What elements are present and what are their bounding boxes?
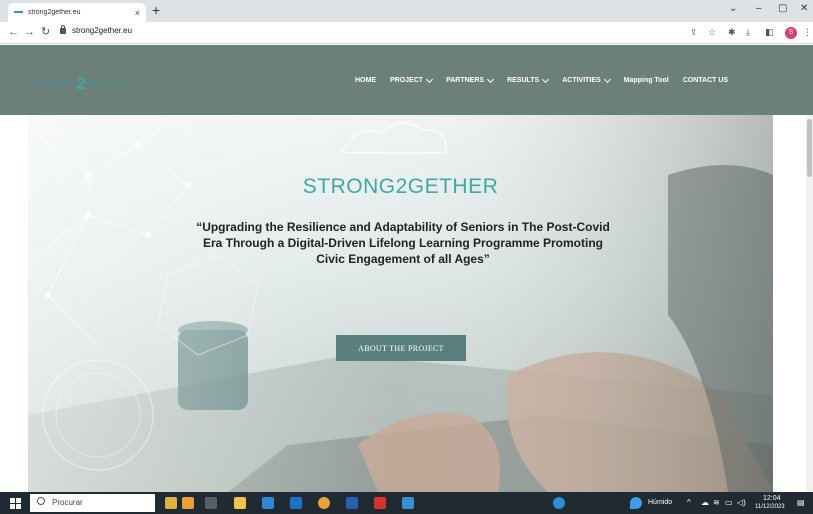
nav-item-contact-us[interactable]: CONTACT US: [683, 77, 728, 84]
nav-item-home[interactable]: HOME: [355, 77, 376, 84]
store-icon[interactable]: [262, 497, 274, 509]
maximize-button[interactable]: ▢: [778, 3, 787, 14]
share-icon[interactable]: ⇪: [690, 26, 698, 38]
forward-icon[interactable]: →: [24, 25, 35, 39]
battery-icon[interactable]: ▭: [725, 498, 733, 507]
hero-banner: STRONG2GETHER “Upgrading the Resilience …: [28, 115, 773, 492]
nav-item-label: ACTIVITIES: [562, 77, 601, 84]
logo-text-left: STRONG: [35, 78, 77, 88]
outlook-icon[interactable]: [290, 497, 302, 509]
weather-text[interactable]: Húmido: [648, 499, 672, 506]
pinned-app-icon[interactable]: [182, 497, 194, 509]
site-favicon-icon: [14, 10, 23, 15]
tab-close-icon[interactable]: ×: [135, 8, 140, 18]
windows-taskbar: Procurar Húmido ^ ☁ ≋ ▭ ◁) 12:04 11/12/2…: [0, 492, 813, 514]
chevron-down-icon: [603, 75, 611, 83]
tab-title: strong2gether.eu: [28, 9, 81, 16]
lock-icon[interactable]: [60, 25, 66, 34]
download-icon[interactable]: ⤓: [746, 26, 750, 38]
logo-two: 2: [76, 74, 87, 93]
menu-kebab-icon[interactable]: ⋮: [803, 26, 812, 38]
new-tab-button[interactable]: +: [152, 2, 160, 18]
tab-search-icon[interactable]: ⌄: [729, 3, 737, 14]
nav-item-results[interactable]: RESULTS: [507, 75, 550, 84]
nav-item-activities[interactable]: ACTIVITIES: [562, 75, 611, 84]
nav-item-label: RESULTS: [507, 77, 540, 84]
nav-item-label: Mapping Tool: [623, 77, 669, 84]
word-icon[interactable]: [346, 497, 358, 509]
weather-icon[interactable]: [630, 497, 642, 509]
site-logo[interactable]: STRONG2GETHER: [35, 74, 127, 94]
search-icon: [37, 497, 45, 505]
hero-subtitle: “Upgrading the Resilience and Adaptabili…: [196, 220, 610, 266]
acrobat-icon[interactable]: [374, 497, 386, 509]
notifications-icon[interactable]: ▤: [797, 498, 805, 507]
address-bar[interactable]: strong2gether.eu: [60, 25, 790, 41]
nav-item-partners[interactable]: PARTNERS: [446, 75, 495, 84]
cloud-icon[interactable]: ☁: [701, 498, 709, 507]
file-explorer-icon[interactable]: [234, 497, 246, 509]
page-scrollbar-thumb[interactable]: [807, 119, 812, 177]
task-view-icon[interactable]: [205, 497, 217, 509]
nav-item-mapping-tool[interactable]: Mapping Tool: [624, 77, 669, 84]
nav-item-label: CONTACT US: [682, 77, 729, 84]
about-the-project-button[interactable]: ABOUT THE PROJECT: [336, 335, 466, 361]
close-window-button[interactable]: ✕: [800, 3, 808, 14]
browser-toolbar: ← → ↻ strong2gether.eu ⇪ ☆ ✱ ⤓ ◧ S ⋮: [0, 22, 813, 44]
minimize-button[interactable]: –: [756, 3, 762, 14]
pinned-app-icon[interactable]: [165, 497, 177, 509]
tray-overflow-icon[interactable]: ^: [687, 498, 691, 507]
hero-background-illustration: [28, 115, 773, 492]
side-panel-icon[interactable]: ◧: [765, 26, 774, 38]
profile-avatar[interactable]: S: [785, 27, 797, 39]
nav-item-label: PROJECT: [390, 77, 424, 84]
website-viewport: STRONG2GETHER HOME PROJECT PARTNERS RESULTS…: [0, 45, 813, 492]
windows-start-icon[interactable]: [10, 498, 21, 509]
main-navigation: HOME PROJECT PARTNERS RESULTS ACTIVITIES Mapp…: [355, 75, 728, 84]
browser-tab-strip: strong2gether.eu × + ⌄ – ▢ ✕: [0, 0, 813, 22]
bookmark-star-icon[interactable]: ☆: [708, 26, 716, 38]
reload-icon[interactable]: ↻: [41, 25, 50, 39]
chevron-down-icon: [542, 75, 550, 83]
chevron-down-icon: [487, 75, 495, 83]
taskbar-search-placeholder: Procurar: [52, 498, 83, 507]
extensions-icon[interactable]: ✱: [728, 26, 736, 38]
taskbar-search[interactable]: Procurar: [30, 494, 155, 512]
hero-title: STRONG2GETHER: [302, 175, 499, 198]
clock-date[interactable]: 11/12/2023: [755, 504, 785, 510]
nav-item-label: PARTNERS: [446, 77, 485, 84]
nav-item-project[interactable]: PROJECT: [390, 75, 434, 84]
chrome-icon[interactable]: [318, 497, 330, 509]
browser-tab[interactable]: strong2gether.eu ×: [8, 3, 146, 22]
nav-item-label: HOME: [355, 77, 376, 84]
volume-icon[interactable]: ◁): [737, 498, 746, 507]
url-text[interactable]: strong2gether.eu: [72, 26, 132, 35]
site-header: STRONG2GETHER HOME PROJECT PARTNERS RESULTS…: [0, 45, 813, 115]
network-icon[interactable]: ≋: [713, 498, 720, 507]
clock-time[interactable]: 12:04: [763, 495, 781, 502]
help-icon[interactable]: [553, 497, 565, 509]
chevron-down-icon: [426, 75, 434, 83]
logo-text-right: GETHER: [86, 78, 127, 88]
photos-icon[interactable]: [402, 497, 414, 509]
back-icon[interactable]: ←: [8, 25, 19, 39]
